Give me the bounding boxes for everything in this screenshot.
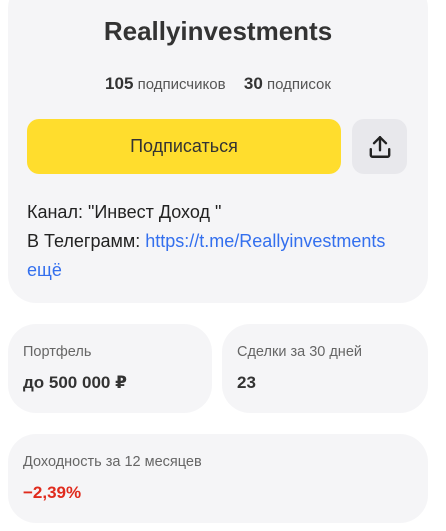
subscribe-button[interactable]: Подписаться <box>27 119 341 174</box>
portfolio-label: Портфель <box>23 344 92 360</box>
telegram-link[interactable]: https://t.me/Reallyinvestments <box>145 231 385 251</box>
yield-card: Доходность за 12 месяцев −2,39% <box>8 434 428 523</box>
share-upload-icon <box>369 135 390 158</box>
subscriptions-label[interactable]: подписок <box>267 76 331 93</box>
deals-label: Сделки за 30 дней <box>237 344 362 360</box>
profile-name: Reallyinvestments <box>103 16 333 46</box>
more-link[interactable]: ещё <box>27 256 412 285</box>
portfolio-value: до 500 000 ₽ <box>23 373 127 392</box>
deals-card: Сделки за 30 дней 23 <box>222 324 428 413</box>
portfolio-card: Портфель до 500 000 ₽ <box>8 324 212 413</box>
deals-value: 23 <box>237 373 256 392</box>
profile-card: Reallyinvestments 105 подписчиков 30 под… <box>8 0 428 303</box>
subscribers-label[interactable]: подписчиков <box>138 76 226 93</box>
subscriptions-count[interactable]: 30 <box>244 74 263 93</box>
subscribers-count[interactable]: 105 <box>105 74 133 93</box>
yield-label: Доходность за 12 месяцев <box>23 454 202 470</box>
profile-description: Канал: "Инвест Доход " В Телеграмм: http… <box>27 198 412 285</box>
description-line-2: В Телеграмм: https://t.me/Reallyinvestme… <box>27 227 412 256</box>
description-prefix: В Телеграмм: <box>27 231 146 251</box>
description-line-1: Канал: "Инвест Доход " <box>27 202 222 222</box>
profile-stats: 105 подписчиков 30 подписок <box>8 74 428 94</box>
yield-value: −2,39% <box>23 483 82 502</box>
share-button[interactable] <box>352 119 407 174</box>
